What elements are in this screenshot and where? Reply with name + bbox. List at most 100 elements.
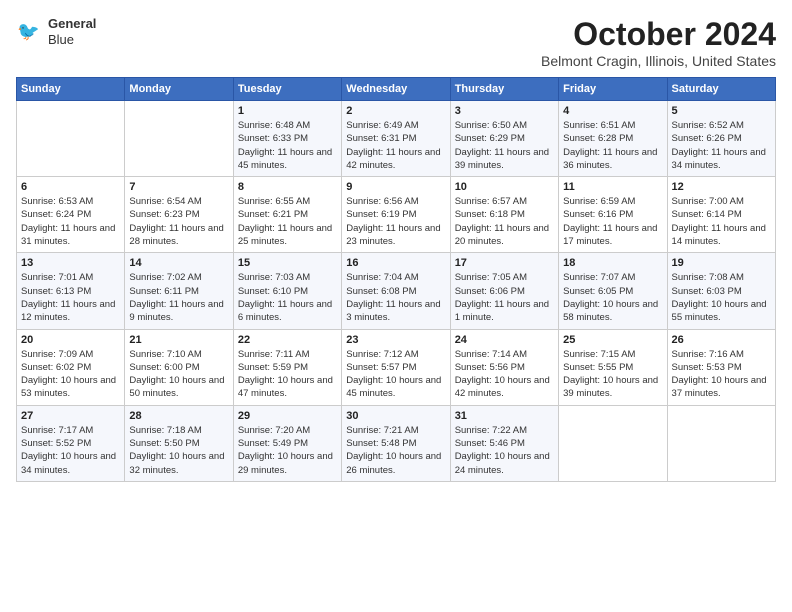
day-info: Sunrise: 7:14 AMSunset: 5:56 PMDaylight:…	[455, 348, 554, 401]
calendar-cell: 6 Sunrise: 6:53 AMSunset: 6:24 PMDaylight…	[17, 177, 125, 253]
day-number: 10	[455, 181, 554, 193]
day-info: Sunrise: 7:05 AMSunset: 6:06 PMDaylight:…	[455, 271, 554, 324]
day-info: Sunrise: 6:59 AMSunset: 6:16 PMDaylight:…	[563, 195, 662, 248]
calendar-cell: 28 Sunrise: 7:18 AMSunset: 5:50 PMDayligh…	[125, 405, 233, 481]
svg-text:🐦: 🐦	[17, 21, 40, 41]
day-info: Sunrise: 6:53 AMSunset: 6:24 PMDaylight:…	[21, 195, 120, 248]
calendar-cell: 21 Sunrise: 7:10 AMSunset: 6:00 PMDayligh…	[125, 329, 233, 405]
calendar-week: 27 Sunrise: 7:17 AMSunset: 5:52 PMDayligh…	[17, 405, 776, 481]
calendar-cell	[125, 101, 233, 177]
calendar-cell: 4 Sunrise: 6:51 AMSunset: 6:28 PMDaylight…	[559, 101, 667, 177]
calendar-cell: 2Sunrise: 6:49 AMSunset: 6:31 PMDaylight…	[342, 101, 450, 177]
day-number: 6	[21, 181, 120, 193]
day-number: 19	[672, 257, 771, 269]
calendar-week: 20 Sunrise: 7:09 AMSunset: 6:02 PMDayligh…	[17, 329, 776, 405]
weekday-header: Monday	[125, 78, 233, 101]
weekday-header: Saturday	[667, 78, 775, 101]
month-title: October 2024	[541, 16, 776, 53]
page-header: 🐦 General Blue October 2024 Belmont Crag…	[16, 16, 776, 69]
day-info: Sunrise: 7:02 AMSunset: 6:11 PMDaylight:…	[129, 271, 228, 324]
day-info: Sunrise: 7:17 AMSunset: 5:52 PMDaylight:…	[21, 424, 120, 477]
day-number: 25	[563, 334, 662, 346]
day-info: Sunrise: 6:50 AMSunset: 6:29 PMDaylight:…	[455, 119, 554, 172]
day-info: Sunrise: 7:18 AMSunset: 5:50 PMDaylight:…	[129, 424, 228, 477]
day-number: 26	[672, 334, 771, 346]
day-number: 8	[238, 181, 337, 193]
calendar-cell	[17, 101, 125, 177]
calendar-week: 6 Sunrise: 6:53 AMSunset: 6:24 PMDaylight…	[17, 177, 776, 253]
day-number: 14	[129, 257, 228, 269]
calendar-table: SundayMondayTuesdayWednesdayThursdayFrid…	[16, 77, 776, 482]
day-number: 5	[672, 105, 771, 117]
calendar-cell: 15Sunrise: 7:03 AMSunset: 6:10 PMDayligh…	[233, 253, 341, 329]
logo-icon: 🐦	[16, 18, 44, 46]
calendar-cell: 26 Sunrise: 7:16 AMSunset: 5:53 PMDayligh…	[667, 329, 775, 405]
day-number: 23	[346, 334, 445, 346]
day-info: Sunrise: 7:22 AMSunset: 5:46 PMDaylight:…	[455, 424, 554, 477]
weekday-header: Friday	[559, 78, 667, 101]
day-number: 12	[672, 181, 771, 193]
calendar-cell: 30Sunrise: 7:21 AMSunset: 5:48 PMDayligh…	[342, 405, 450, 481]
day-info: Sunrise: 7:03 AMSunset: 6:10 PMDaylight:…	[238, 271, 337, 324]
day-info: Sunrise: 7:09 AMSunset: 6:02 PMDaylight:…	[21, 348, 120, 401]
day-number: 31	[455, 410, 554, 422]
day-number: 22	[238, 334, 337, 346]
day-info: Sunrise: 7:08 AMSunset: 6:03 PMDaylight:…	[672, 271, 771, 324]
calendar-cell: 17 Sunrise: 7:05 AMSunset: 6:06 PMDayligh…	[450, 253, 558, 329]
day-number: 17	[455, 257, 554, 269]
calendar-cell: 9 Sunrise: 6:56 AMSunset: 6:19 PMDaylight…	[342, 177, 450, 253]
day-number: 18	[563, 257, 662, 269]
calendar-cell: 13Sunrise: 7:01 AMSunset: 6:13 PMDayligh…	[17, 253, 125, 329]
weekday-header: Tuesday	[233, 78, 341, 101]
day-info: Sunrise: 6:48 AMSunset: 6:33 PMDaylight:…	[238, 119, 337, 172]
calendar-header: SundayMondayTuesdayWednesdayThursdayFrid…	[17, 78, 776, 101]
logo: 🐦 General Blue	[16, 16, 96, 47]
day-info: Sunrise: 7:04 AMSunset: 6:08 PMDaylight:…	[346, 271, 445, 324]
calendar-cell: 25Sunrise: 7:15 AMSunset: 5:55 PMDayligh…	[559, 329, 667, 405]
weekday-header: Wednesday	[342, 78, 450, 101]
logo-text: General Blue	[48, 16, 96, 47]
day-info: Sunrise: 6:54 AMSunset: 6:23 PMDaylight:…	[129, 195, 228, 248]
day-info: Sunrise: 6:51 AMSunset: 6:28 PMDaylight:…	[563, 119, 662, 172]
calendar-cell: 27 Sunrise: 7:17 AMSunset: 5:52 PMDayligh…	[17, 405, 125, 481]
day-number: 4	[563, 105, 662, 117]
day-number: 29	[238, 410, 337, 422]
day-info: Sunrise: 6:49 AMSunset: 6:31 PMDaylight:…	[346, 119, 445, 172]
calendar-cell: 16 Sunrise: 7:04 AMSunset: 6:08 PMDayligh…	[342, 253, 450, 329]
calendar-cell: 8 Sunrise: 6:55 AMSunset: 6:21 PMDaylight…	[233, 177, 341, 253]
calendar-cell: 1 Sunrise: 6:48 AMSunset: 6:33 PMDaylight…	[233, 101, 341, 177]
calendar-cell: 14 Sunrise: 7:02 AMSunset: 6:11 PMDayligh…	[125, 253, 233, 329]
calendar-cell: 20 Sunrise: 7:09 AMSunset: 6:02 PMDayligh…	[17, 329, 125, 405]
day-info: Sunrise: 7:10 AMSunset: 6:00 PMDaylight:…	[129, 348, 228, 401]
calendar-week: 1 Sunrise: 6:48 AMSunset: 6:33 PMDaylight…	[17, 101, 776, 177]
day-info: Sunrise: 6:52 AMSunset: 6:26 PMDaylight:…	[672, 119, 771, 172]
calendar-cell: 24Sunrise: 7:14 AMSunset: 5:56 PMDayligh…	[450, 329, 558, 405]
day-info: Sunrise: 7:12 AMSunset: 5:57 PMDaylight:…	[346, 348, 445, 401]
day-number: 21	[129, 334, 228, 346]
day-number: 9	[346, 181, 445, 193]
day-number: 1	[238, 105, 337, 117]
calendar-cell	[559, 405, 667, 481]
calendar-cell: 5 Sunrise: 6:52 AMSunset: 6:26 PMDaylight…	[667, 101, 775, 177]
day-info: Sunrise: 7:11 AMSunset: 5:59 PMDaylight:…	[238, 348, 337, 401]
day-number: 16	[346, 257, 445, 269]
calendar-cell: 3Sunrise: 6:50 AMSunset: 6:29 PMDaylight…	[450, 101, 558, 177]
calendar-cell: 19 Sunrise: 7:08 AMSunset: 6:03 PMDayligh…	[667, 253, 775, 329]
calendar-cell: 11 Sunrise: 6:59 AMSunset: 6:16 PMDayligh…	[559, 177, 667, 253]
calendar-week: 13Sunrise: 7:01 AMSunset: 6:13 PMDayligh…	[17, 253, 776, 329]
day-info: Sunrise: 6:55 AMSunset: 6:21 PMDaylight:…	[238, 195, 337, 248]
weekday-header: Thursday	[450, 78, 558, 101]
day-number: 28	[129, 410, 228, 422]
calendar-cell	[667, 405, 775, 481]
day-info: Sunrise: 6:56 AMSunset: 6:19 PMDaylight:…	[346, 195, 445, 248]
day-info: Sunrise: 7:00 AMSunset: 6:14 PMDaylight:…	[672, 195, 771, 248]
day-number: 20	[21, 334, 120, 346]
day-number: 27	[21, 410, 120, 422]
calendar-cell: 12 Sunrise: 7:00 AMSunset: 6:14 PMDayligh…	[667, 177, 775, 253]
day-number: 7	[129, 181, 228, 193]
day-info: Sunrise: 7:16 AMSunset: 5:53 PMDaylight:…	[672, 348, 771, 401]
day-number: 11	[563, 181, 662, 193]
calendar-cell: 22 Sunrise: 7:11 AMSunset: 5:59 PMDayligh…	[233, 329, 341, 405]
day-number: 30	[346, 410, 445, 422]
day-info: Sunrise: 7:01 AMSunset: 6:13 PMDaylight:…	[21, 271, 120, 324]
